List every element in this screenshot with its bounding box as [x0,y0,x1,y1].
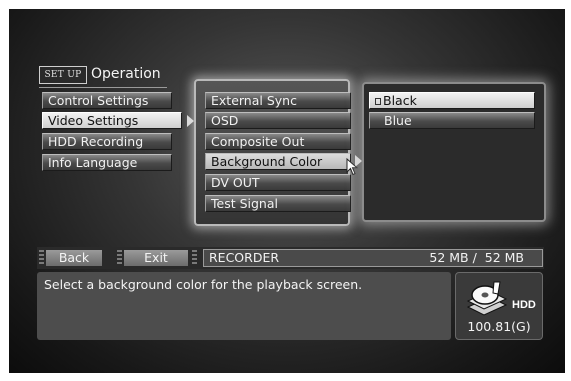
color-option-black-label: Black [383,93,417,108]
option-background-color[interactable]: Background Color [205,153,351,170]
submenu-arrow-icon [187,115,194,127]
recorder-mode: RECORDER [209,250,280,265]
color-option-black[interactable]: Black [369,92,535,109]
option-composite-out-label: Composite Out [211,134,305,149]
option-dv-out[interactable]: DV OUT [205,174,351,191]
option-osd-label: OSD [211,113,239,128]
menu-hdd-recording[interactable]: HDD Recording [42,133,172,150]
exit-button[interactable]: Exit [124,250,188,266]
mouse-pointer-icon [346,158,358,176]
hdd-capacity: 100.81(G) [467,319,531,334]
option-composite-out[interactable]: Composite Out [205,133,351,150]
option-test-signal[interactable]: Test Signal [205,195,351,212]
option-external-sync-label: External Sync [211,93,297,108]
recorder-status: RECORDER 52 MB / 52 MB [203,249,543,267]
option-osd[interactable]: OSD [205,112,351,129]
color-option-blue-label: Blue [384,113,412,128]
menu-info-language-label: Info Language [48,155,138,170]
selected-square-icon [375,98,381,105]
option-background-color-label: Background Color [211,154,323,169]
back-button[interactable]: Back [46,250,102,266]
header-divider [39,87,167,88]
divider-dots [117,250,122,266]
setup-screen: SET UP Operation Control Settings Video … [9,9,565,373]
menu-video-settings-label: Video Settings [48,113,139,128]
divider-dots [39,250,44,266]
divider-dots [192,250,197,266]
status-bar: Back Exit RECORDER 52 MB / 52 MB [37,247,544,269]
menu-video-settings[interactable]: Video Settings [42,112,182,129]
setup-badge: SET UP [39,66,87,84]
hdd-label: HDD [512,299,536,311]
help-message: Select a background color for the playba… [44,277,363,292]
menu-info-language[interactable]: Info Language [42,154,172,171]
option-dv-out-label: DV OUT [211,175,260,190]
menu-control-settings[interactable]: Control Settings [42,92,172,109]
color-option-blue[interactable]: Blue [369,112,535,129]
menu-hdd-recording-label: HDD Recording [48,134,144,149]
option-test-signal-label: Test Signal [211,196,278,211]
hdd-disk-icon [466,281,508,316]
page-title: Operation [91,66,161,82]
option-external-sync[interactable]: External Sync [205,92,351,109]
hdd-status: HDD 100.81(G) [455,272,543,340]
help-message-box: Select a background color for the playba… [37,272,451,340]
recorder-size: 52 MB / 52 MB [429,250,524,265]
menu-control-settings-label: Control Settings [48,93,149,108]
